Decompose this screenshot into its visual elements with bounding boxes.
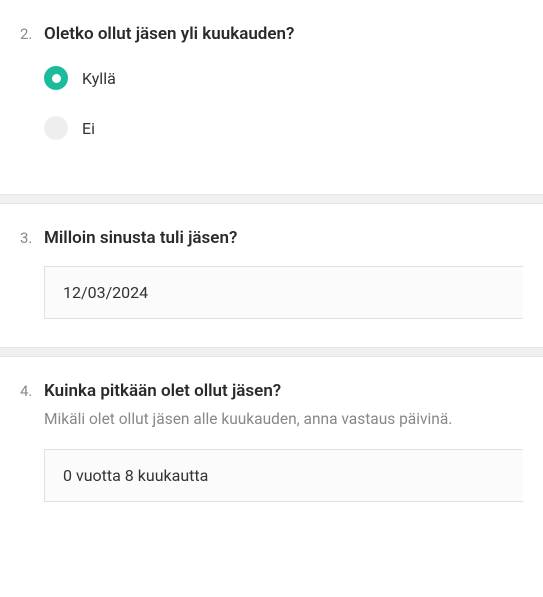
question-title: Oletko ollut jäsen yli kuukauden? xyxy=(44,24,294,44)
question-2: 2. Oletko ollut jäsen yli kuukauden? Kyl… xyxy=(0,0,543,194)
question-title: Milloin sinusta tuli jäsen? xyxy=(44,228,237,248)
radio-label: Ei xyxy=(82,119,95,138)
radio-unselected-icon xyxy=(44,116,68,140)
question-4: 4. Kuinka pitkään olet ollut jäsen? Mikä… xyxy=(0,357,543,510)
date-input[interactable]: 12/03/2024 xyxy=(44,266,523,319)
radio-option-yes[interactable]: Kyllä xyxy=(44,66,523,90)
duration-input[interactable]: 0 vuotta 8 kuukautta xyxy=(44,449,523,502)
question-number: 4. xyxy=(20,382,36,400)
question-header: 4. Kuinka pitkään olet ollut jäsen? xyxy=(20,381,523,401)
question-header: 2. Oletko ollut jäsen yli kuukauden? xyxy=(20,24,523,44)
radio-selected-icon xyxy=(44,66,68,90)
radio-label: Kyllä xyxy=(82,69,116,88)
radio-options: Kyllä Ei xyxy=(44,66,523,140)
question-3: 3. Milloin sinusta tuli jäsen? 12/03/202… xyxy=(0,204,543,347)
divider xyxy=(0,347,543,357)
question-number: 3. xyxy=(20,229,36,247)
divider xyxy=(0,194,543,204)
question-subtitle: Mikäli olet ollut jäsen alle kuukauden, … xyxy=(44,409,523,431)
question-header: 3. Milloin sinusta tuli jäsen? xyxy=(20,228,523,248)
radio-option-no[interactable]: Ei xyxy=(44,116,523,140)
question-number: 2. xyxy=(20,25,36,43)
question-title: Kuinka pitkään olet ollut jäsen? xyxy=(44,381,281,401)
